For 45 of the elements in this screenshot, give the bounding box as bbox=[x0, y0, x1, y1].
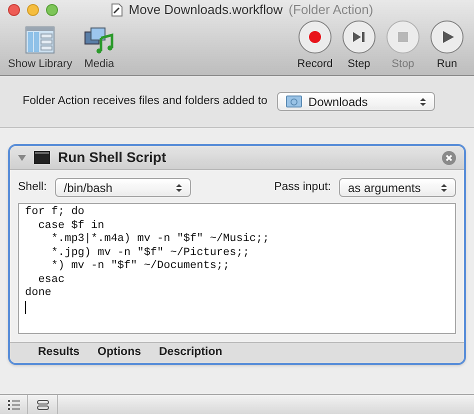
close-icon[interactable] bbox=[442, 150, 456, 164]
step-icon bbox=[342, 20, 376, 54]
code-line: *.mp3|*.m4a) mv -n "$f" ~/Music;; bbox=[50, 233, 270, 246]
run-icon bbox=[430, 20, 464, 54]
folder-action-label: Folder Action receives files and folders added to bbox=[22, 94, 268, 109]
library-icon bbox=[25, 26, 56, 54]
text-cursor bbox=[25, 300, 26, 314]
pass-input-popup[interactable]: as arguments bbox=[339, 178, 456, 197]
stepper-icon bbox=[176, 182, 182, 192]
pass-input-label: Pass input: bbox=[274, 180, 331, 195]
window-title: Move Downloads.workflow bbox=[128, 1, 283, 19]
action-title: Run Shell Script bbox=[58, 148, 168, 167]
stepper-icon bbox=[420, 96, 426, 106]
footer-tab[interactable]: Results bbox=[38, 344, 80, 362]
window-subtitle: (Folder Action) bbox=[288, 1, 374, 19]
stepper-icon bbox=[441, 182, 447, 192]
footer-tab[interactable]: Description bbox=[159, 344, 222, 362]
code-line: case $f in bbox=[37, 220, 104, 233]
toolbar-button[interactable]: Show Library bbox=[8, 26, 72, 72]
folder-icon bbox=[286, 95, 302, 108]
shell-label: Shell: bbox=[18, 180, 47, 195]
minimize-window-button[interactable] bbox=[27, 4, 39, 16]
stop-icon bbox=[386, 20, 420, 54]
footer-tab[interactable]: Options bbox=[98, 344, 141, 362]
code-line: done bbox=[25, 287, 52, 300]
media-icon bbox=[84, 26, 114, 54]
toolbar-button[interactable]: Step bbox=[340, 20, 378, 72]
shell-popup[interactable]: /bin/bash bbox=[54, 178, 191, 197]
script-editor[interactable]: for f; do case $f in *.mp3|*.m4a) mv -n "$f" ~/Music;; *.jpg) mv -n "$f" ~/Pictures;; *) mv -n "$f" ~/Documents;; esac done bbox=[18, 203, 456, 334]
zoom-window-button[interactable] bbox=[46, 4, 58, 16]
document-icon bbox=[110, 2, 123, 17]
list-icon[interactable] bbox=[8, 400, 20, 410]
disclosure-triangle-icon[interactable] bbox=[18, 154, 26, 162]
code-line: *) mv -n "$f" ~/Documents;; bbox=[50, 260, 230, 274]
code-line: for f; do bbox=[25, 206, 84, 220]
close-window-button[interactable] bbox=[8, 4, 20, 16]
record-icon bbox=[298, 20, 332, 54]
terminal-icon bbox=[34, 151, 50, 164]
toolbar-button[interactable]: Media bbox=[84, 26, 114, 72]
toolbar-button[interactable]: Record bbox=[296, 20, 334, 72]
stacked-rows-icon[interactable] bbox=[36, 400, 48, 410]
code-line: *.jpg) mv -n "$f" ~/Pictures;; bbox=[50, 246, 250, 260]
toolbar-button[interactable]: Run bbox=[428, 20, 466, 72]
folder-popup[interactable]: Downloads bbox=[277, 92, 436, 111]
code-line: esac bbox=[37, 274, 65, 287]
